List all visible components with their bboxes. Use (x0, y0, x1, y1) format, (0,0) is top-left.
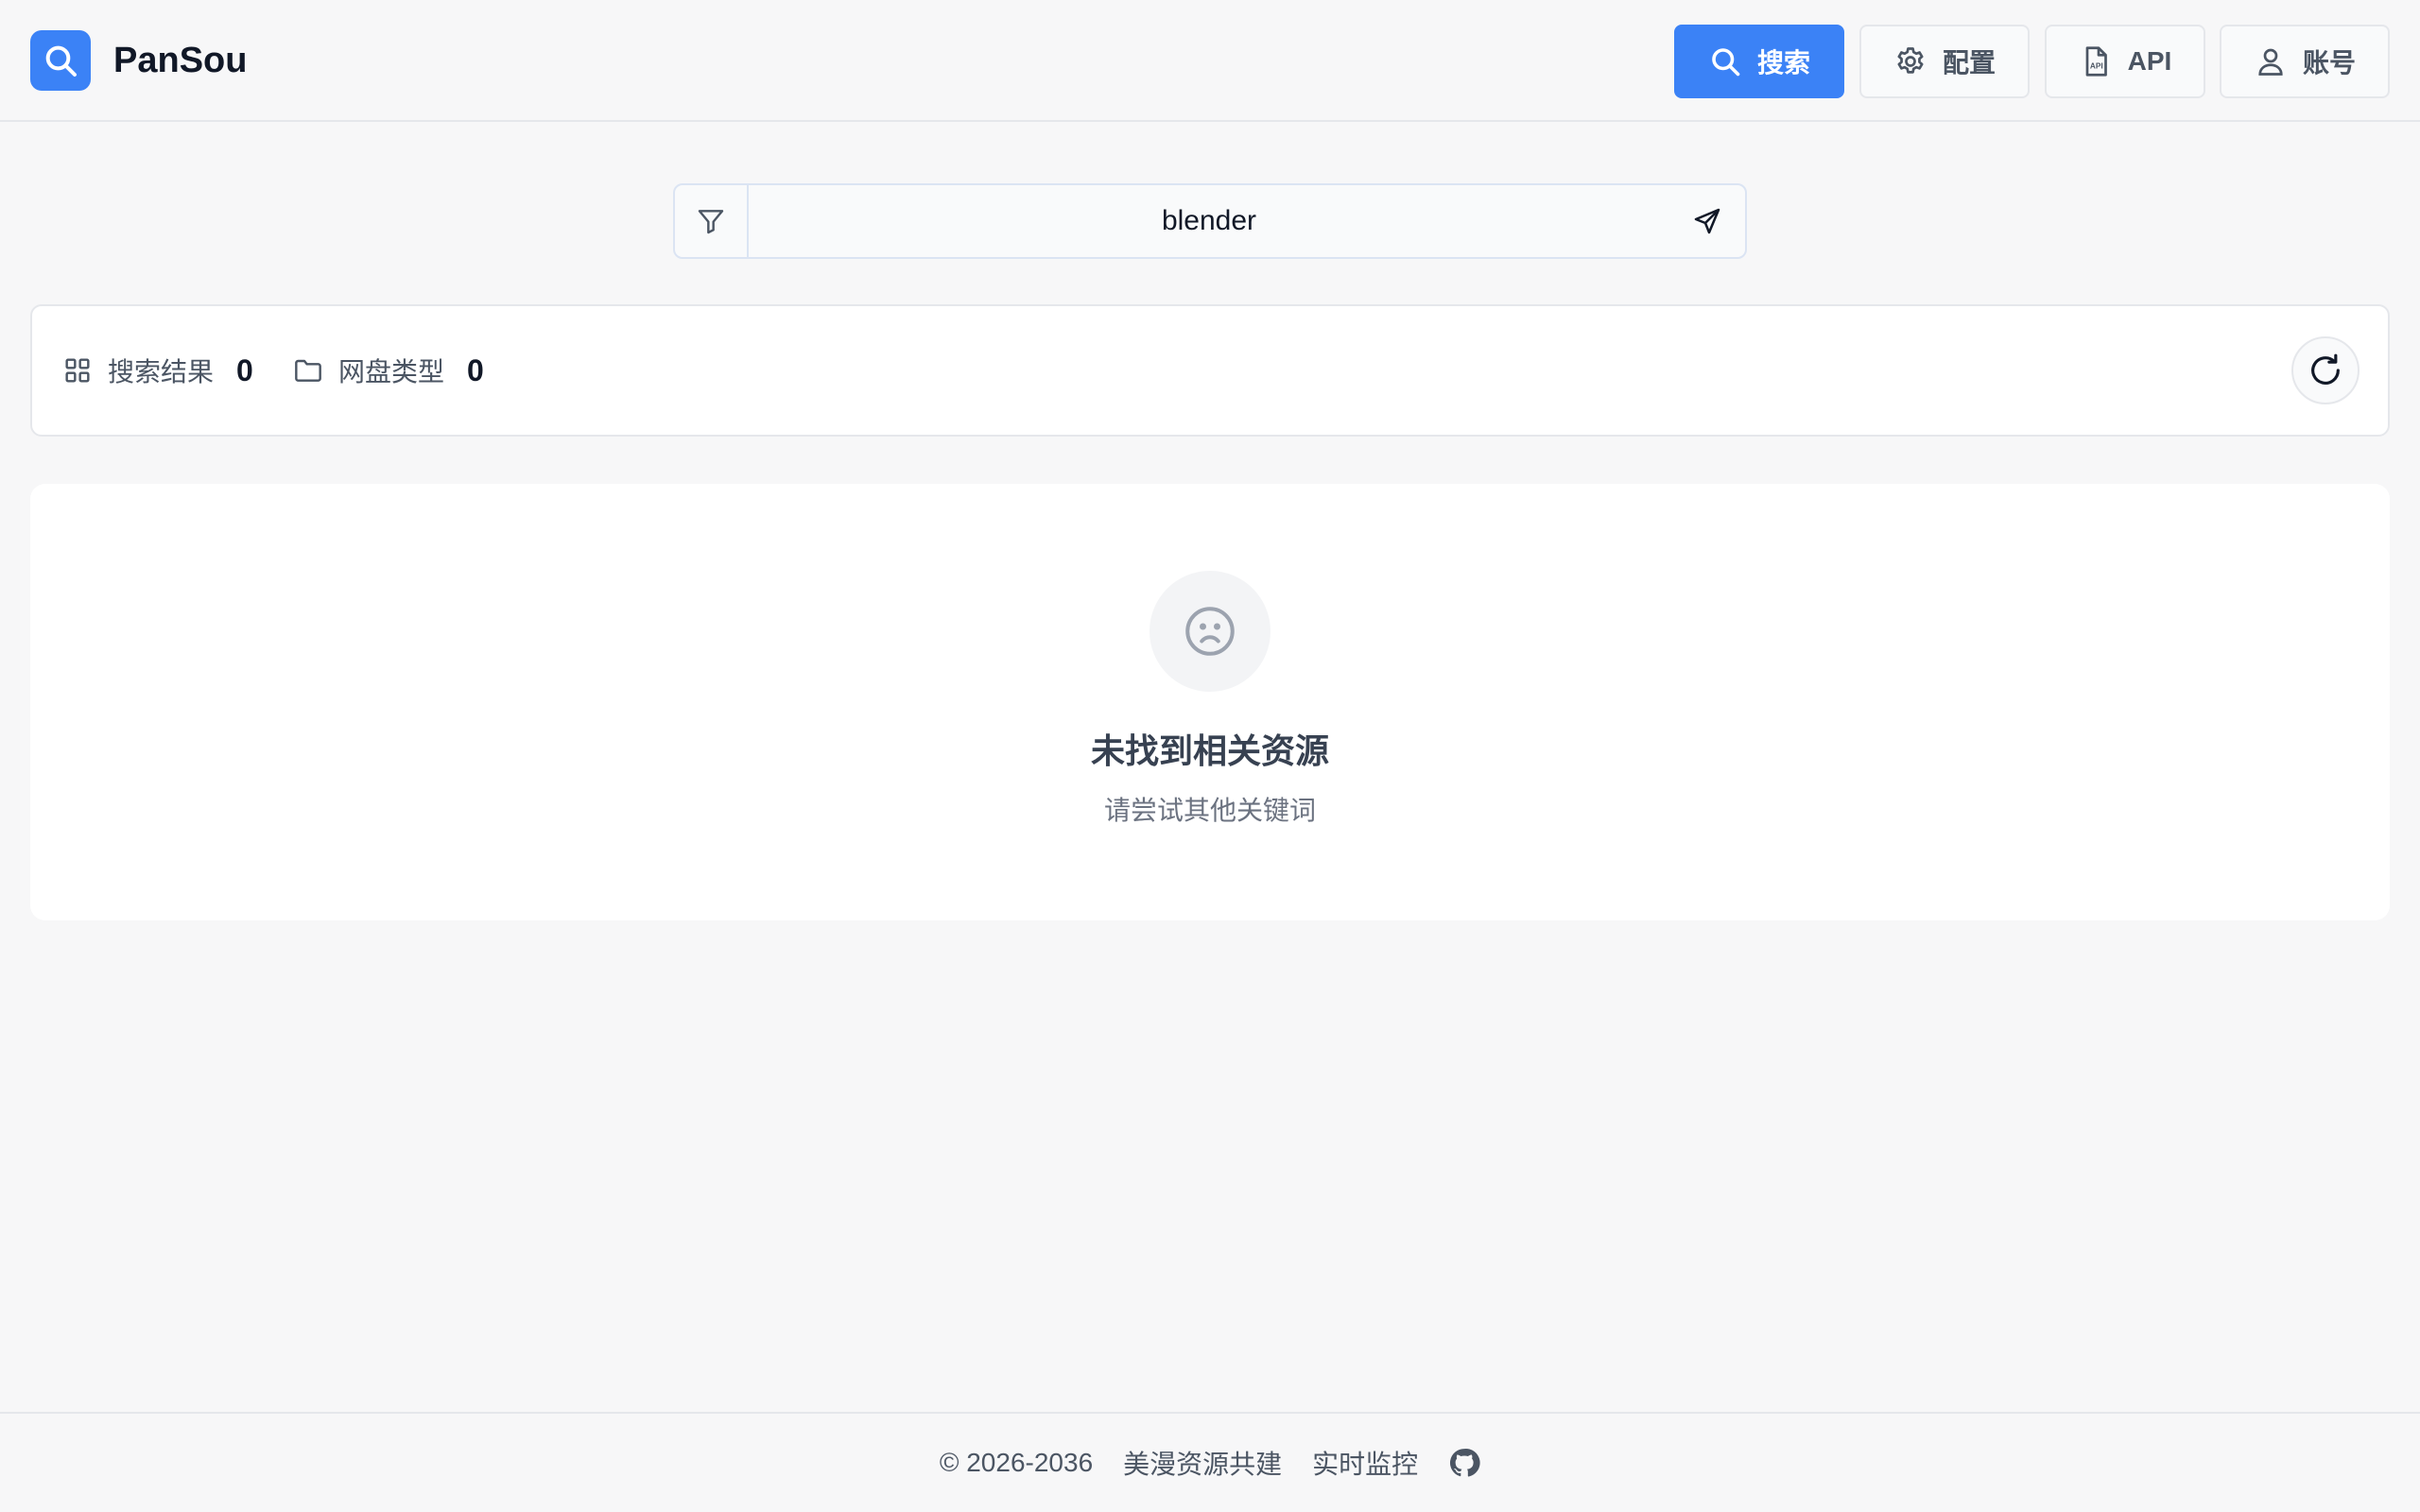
top-bar: PanSou 搜索 配置 API API 账号 (0, 0, 2420, 122)
nav-api-button[interactable]: API API (2045, 25, 2205, 98)
refresh-button[interactable] (2291, 336, 2360, 404)
results-label: 搜索结果 (108, 357, 215, 387)
nav-api-label: API (2127, 46, 2172, 76)
empty-state-card: 未找到相关资源 请尝试其他关键词 (30, 484, 2390, 920)
brand-name[interactable]: PanSou (113, 38, 247, 83)
user-icon (2258, 48, 2283, 76)
nav-config-button[interactable]: 配置 (1859, 25, 2030, 98)
footer-link-monitor[interactable]: 实时监控 (1312, 1444, 1418, 1482)
folder-icon (295, 359, 321, 382)
filter-button[interactable] (675, 185, 749, 257)
footer-copyright: © 2026-2036 (939, 1448, 1094, 1477)
disk-types-label: 网盘类型 (338, 357, 445, 387)
search-submit-button[interactable] (1669, 185, 1745, 257)
results-stats-card: 搜索结果 0 网盘类型 0 (30, 304, 2390, 437)
empty-state-subtitle: 请尝试其他关键词 (1103, 796, 1316, 825)
results-count-stat: 搜索结果 0 (62, 306, 253, 435)
search-icon (45, 45, 77, 77)
search-bar (673, 183, 1747, 259)
footer-link-community[interactable]: 美漫资源共建 (1123, 1444, 1282, 1482)
results-value: 0 (236, 352, 253, 387)
refresh-icon (2311, 353, 2340, 385)
footer-github-link[interactable] (1448, 1447, 1480, 1479)
disk-types-stat: 网盘类型 0 (293, 306, 484, 435)
disk-types-value: 0 (467, 352, 484, 387)
footer: © 2026-2036 美漫资源共建 实时监控 (0, 1412, 2420, 1512)
empty-state-title: 未找到相关资源 (1090, 731, 1329, 770)
nav-account-label: 账号 (2302, 48, 2356, 77)
logo[interactable] (30, 30, 91, 91)
nav-search-button[interactable]: 搜索 (1674, 25, 1844, 98)
empty-state-icon-circle (1150, 571, 1270, 692)
svg-text:API: API (2090, 62, 2103, 71)
api-file-icon: API (2085, 46, 2107, 77)
send-icon (1694, 208, 1720, 234)
search-icon (1712, 48, 1740, 77)
nav-config-label: 配置 (1942, 48, 1996, 77)
grid-icon (65, 358, 90, 383)
filter-icon (698, 210, 724, 234)
gear-icon (1897, 47, 1924, 74)
nav-account-button[interactable]: 账号 (2220, 25, 2390, 98)
nav-search-label: 搜索 (1756, 48, 1810, 77)
github-icon (1450, 1449, 1480, 1477)
sad-face-icon (1185, 607, 1235, 656)
search-input[interactable] (749, 185, 1669, 257)
